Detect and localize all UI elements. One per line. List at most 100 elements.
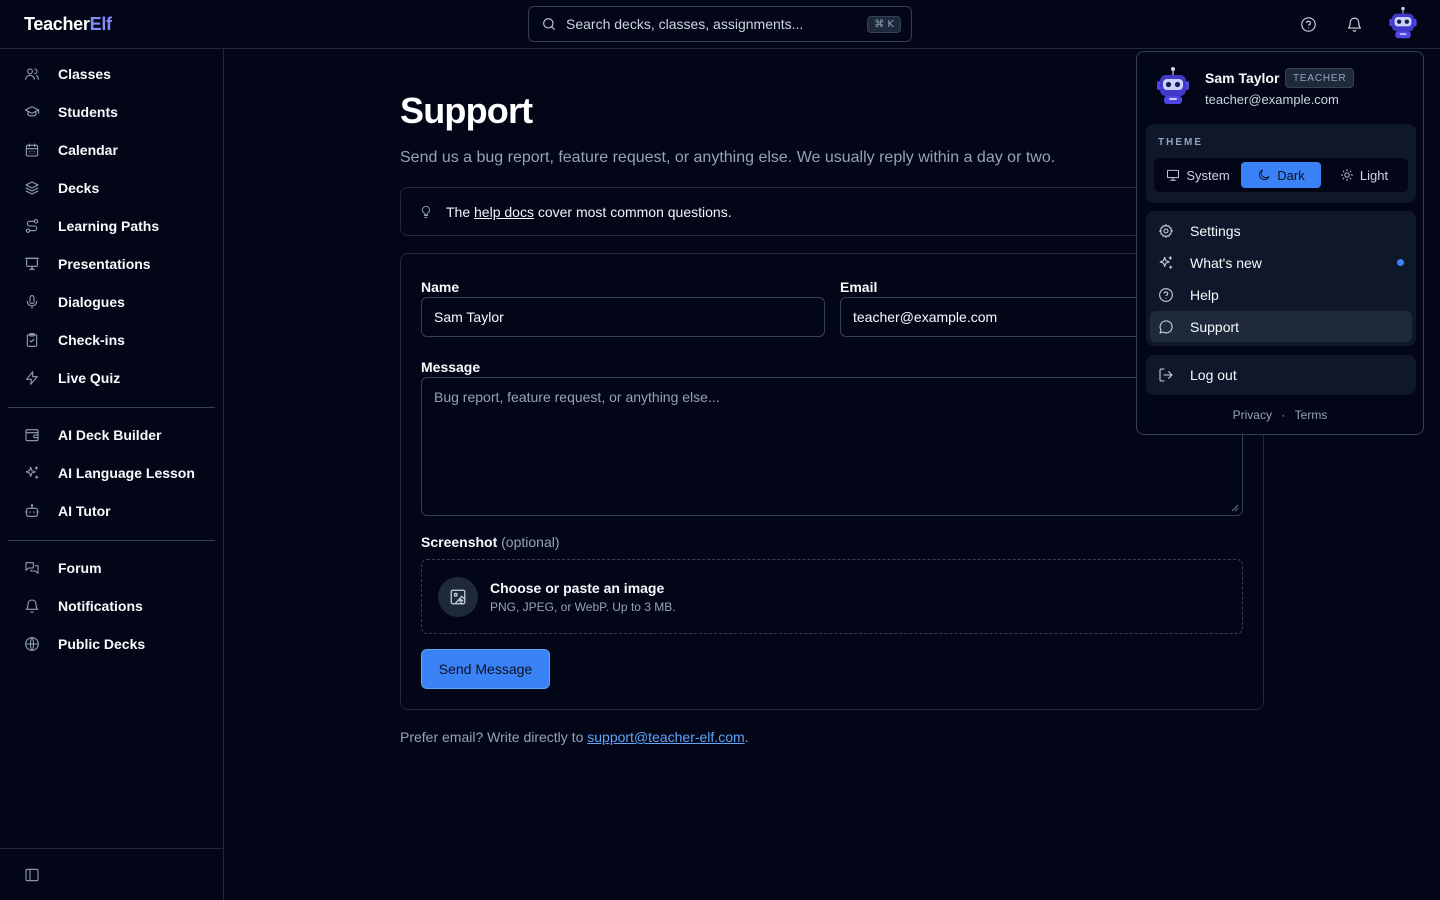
theme-option-system[interactable]: System xyxy=(1158,162,1238,188)
user-menu-dropdown: Sam Taylor TEACHER teacher@example.com T… xyxy=(1136,51,1424,435)
logout-panel: Log out xyxy=(1146,355,1416,395)
help-tip-banner: The help docs cover most common question… xyxy=(400,187,1264,236)
messages-icon xyxy=(25,562,39,574)
sidebar-item-live-quiz[interactable]: Live Quiz xyxy=(8,360,215,396)
wallet-cards-icon xyxy=(25,429,39,442)
sidebar-item-label: Check-ins xyxy=(58,332,125,348)
logout-icon xyxy=(1159,367,1173,382)
sparkles-icon xyxy=(1159,255,1173,269)
logout-label: Log out xyxy=(1190,366,1237,383)
theme-option-dark[interactable]: Dark xyxy=(1241,162,1321,188)
help-icon xyxy=(1159,287,1173,302)
sidebar-footer-divider xyxy=(0,848,223,849)
user-email: teacher@example.com xyxy=(1205,92,1339,107)
name-field[interactable]: Sam Taylor xyxy=(421,297,825,337)
sidebar-item-notifications[interactable]: Notifications xyxy=(8,588,215,624)
menu-item-label: Settings xyxy=(1190,222,1241,239)
menu-item-label: What's new xyxy=(1190,254,1262,271)
dropzone-title: Choose or paste an image xyxy=(490,580,665,596)
search-icon xyxy=(543,18,555,30)
sun-icon xyxy=(1340,168,1353,182)
help-icon xyxy=(1300,16,1316,32)
legal-links: Privacy · Terms xyxy=(1137,408,1423,422)
sidebar-item-label: Dialogues xyxy=(58,294,125,310)
bell-icon xyxy=(25,599,39,613)
resize-handle-icon[interactable] xyxy=(1231,504,1239,512)
moon-icon xyxy=(1259,169,1270,181)
support-email-link[interactable]: support@teacher-elf.com xyxy=(587,729,744,745)
menu-item-label: Help xyxy=(1190,286,1219,303)
sidebar-item-label: Forum xyxy=(58,560,102,576)
sidebar-item-label: Calendar xyxy=(58,142,118,158)
sidebar-item-decks[interactable]: Decks xyxy=(8,170,215,206)
sidebar-item-learning-paths[interactable]: Learning Paths xyxy=(8,208,215,244)
sidebar-divider xyxy=(8,540,215,541)
brand-part2: Elf xyxy=(89,14,112,34)
menu-items-panel: Settings What's new Help Support xyxy=(1146,211,1416,346)
theme-option-light[interactable]: Light xyxy=(1324,162,1404,188)
globe-icon xyxy=(25,637,39,651)
search-placeholder: Search decks, classes, assignments... xyxy=(566,16,804,32)
page-subtitle: Send us a bug report, feature request, o… xyxy=(400,149,1056,166)
menu-item-support[interactable]: Support xyxy=(1150,311,1412,342)
legal-separator: · xyxy=(1281,408,1286,422)
sidebar-item-classes[interactable]: Classes xyxy=(8,56,215,92)
sidebar-item-calendar[interactable]: Calendar xyxy=(8,132,215,168)
menu-item-help[interactable]: Help xyxy=(1150,279,1412,310)
image-upload-icon xyxy=(450,589,466,605)
sparkles-icon xyxy=(25,466,39,479)
tip-text: The help docs cover most common question… xyxy=(446,204,732,220)
help-button[interactable] xyxy=(1296,12,1320,36)
search-input[interactable]: Search decks, classes, assignments... ⌘ … xyxy=(528,6,912,42)
message-placeholder: Bug report, feature request, or anything… xyxy=(434,389,720,405)
image-dropzone[interactable]: Choose or paste an image PNG, JPEG, or W… xyxy=(421,559,1243,634)
gear-icon xyxy=(1159,223,1173,238)
sidebar-item-dialogues[interactable]: Dialogues xyxy=(8,284,215,320)
sidebar-item-ai-tutor[interactable]: AI Tutor xyxy=(8,493,215,529)
screenshot-label-text: Screenshot xyxy=(421,534,498,550)
menu-item-label: Support xyxy=(1190,318,1240,335)
logout-button[interactable]: Log out xyxy=(1150,359,1412,390)
sidebar-item-label: Live Quiz xyxy=(58,370,121,386)
message-circle-icon xyxy=(1159,319,1173,334)
role-badge: TEACHER xyxy=(1285,68,1355,88)
sidebar-item-label: Classes xyxy=(58,66,111,82)
sidebar-item-label: Presentations xyxy=(58,256,151,272)
sidebar-item-forum[interactable]: Forum xyxy=(8,550,215,586)
sidebar-item-students[interactable]: Students xyxy=(8,94,215,130)
tip-prefix: The xyxy=(446,203,475,220)
terms-link[interactable]: Terms xyxy=(1295,408,1328,422)
brand-logo[interactable]: TeacherElf xyxy=(24,14,112,35)
sidebar-item-label: Students xyxy=(58,104,118,120)
sidebar-item-public-decks[interactable]: Public Decks xyxy=(8,626,215,662)
sidebar-item-ai-language-lesson[interactable]: AI Language Lesson xyxy=(8,455,215,491)
microphone-icon xyxy=(26,295,38,309)
user-avatar-button[interactable] xyxy=(1386,6,1420,40)
sidebar-item-ai-deck-builder[interactable]: AI Deck Builder xyxy=(8,417,215,453)
sidebar-item-check-ins[interactable]: Check-ins xyxy=(8,322,215,358)
theme-option-label: Light xyxy=(1359,167,1389,183)
help-docs-link[interactable]: help docs xyxy=(474,204,534,220)
theme-option-label: Dark xyxy=(1277,167,1305,183)
name-label: Name xyxy=(421,279,460,295)
sidebar-item-presentations[interactable]: Presentations xyxy=(8,246,215,282)
send-message-button[interactable]: Send Message xyxy=(421,649,550,689)
robot-avatar-icon xyxy=(1157,67,1189,104)
tip-suffix: cover most common questions. xyxy=(533,203,732,220)
menu-item-settings[interactable]: Settings xyxy=(1150,215,1412,246)
dropzone-subtitle: PNG, JPEG, or WebP. Up to 3 MB. xyxy=(490,600,676,614)
privacy-link[interactable]: Privacy xyxy=(1233,408,1272,422)
notifications-button[interactable] xyxy=(1342,12,1366,36)
optional-text: (optional) xyxy=(501,534,560,550)
monitor-icon xyxy=(1167,169,1180,181)
bot-icon xyxy=(24,504,40,517)
brand-part1: Teacher xyxy=(24,14,90,34)
menu-item-whats-new[interactable]: What's new xyxy=(1150,247,1412,278)
graduation-cap-icon xyxy=(24,106,40,117)
sidebar-toggle-icon[interactable] xyxy=(24,867,40,883)
message-textarea[interactable]: Bug report, feature request, or anything… xyxy=(421,377,1243,516)
calendar-icon xyxy=(25,143,39,157)
sidebar-item-label: AI Language Lesson xyxy=(58,465,195,481)
top-bar: TeacherElf Search decks, classes, assign… xyxy=(0,0,1440,49)
email-note-prefix: Prefer email? Write directly to xyxy=(400,729,588,745)
